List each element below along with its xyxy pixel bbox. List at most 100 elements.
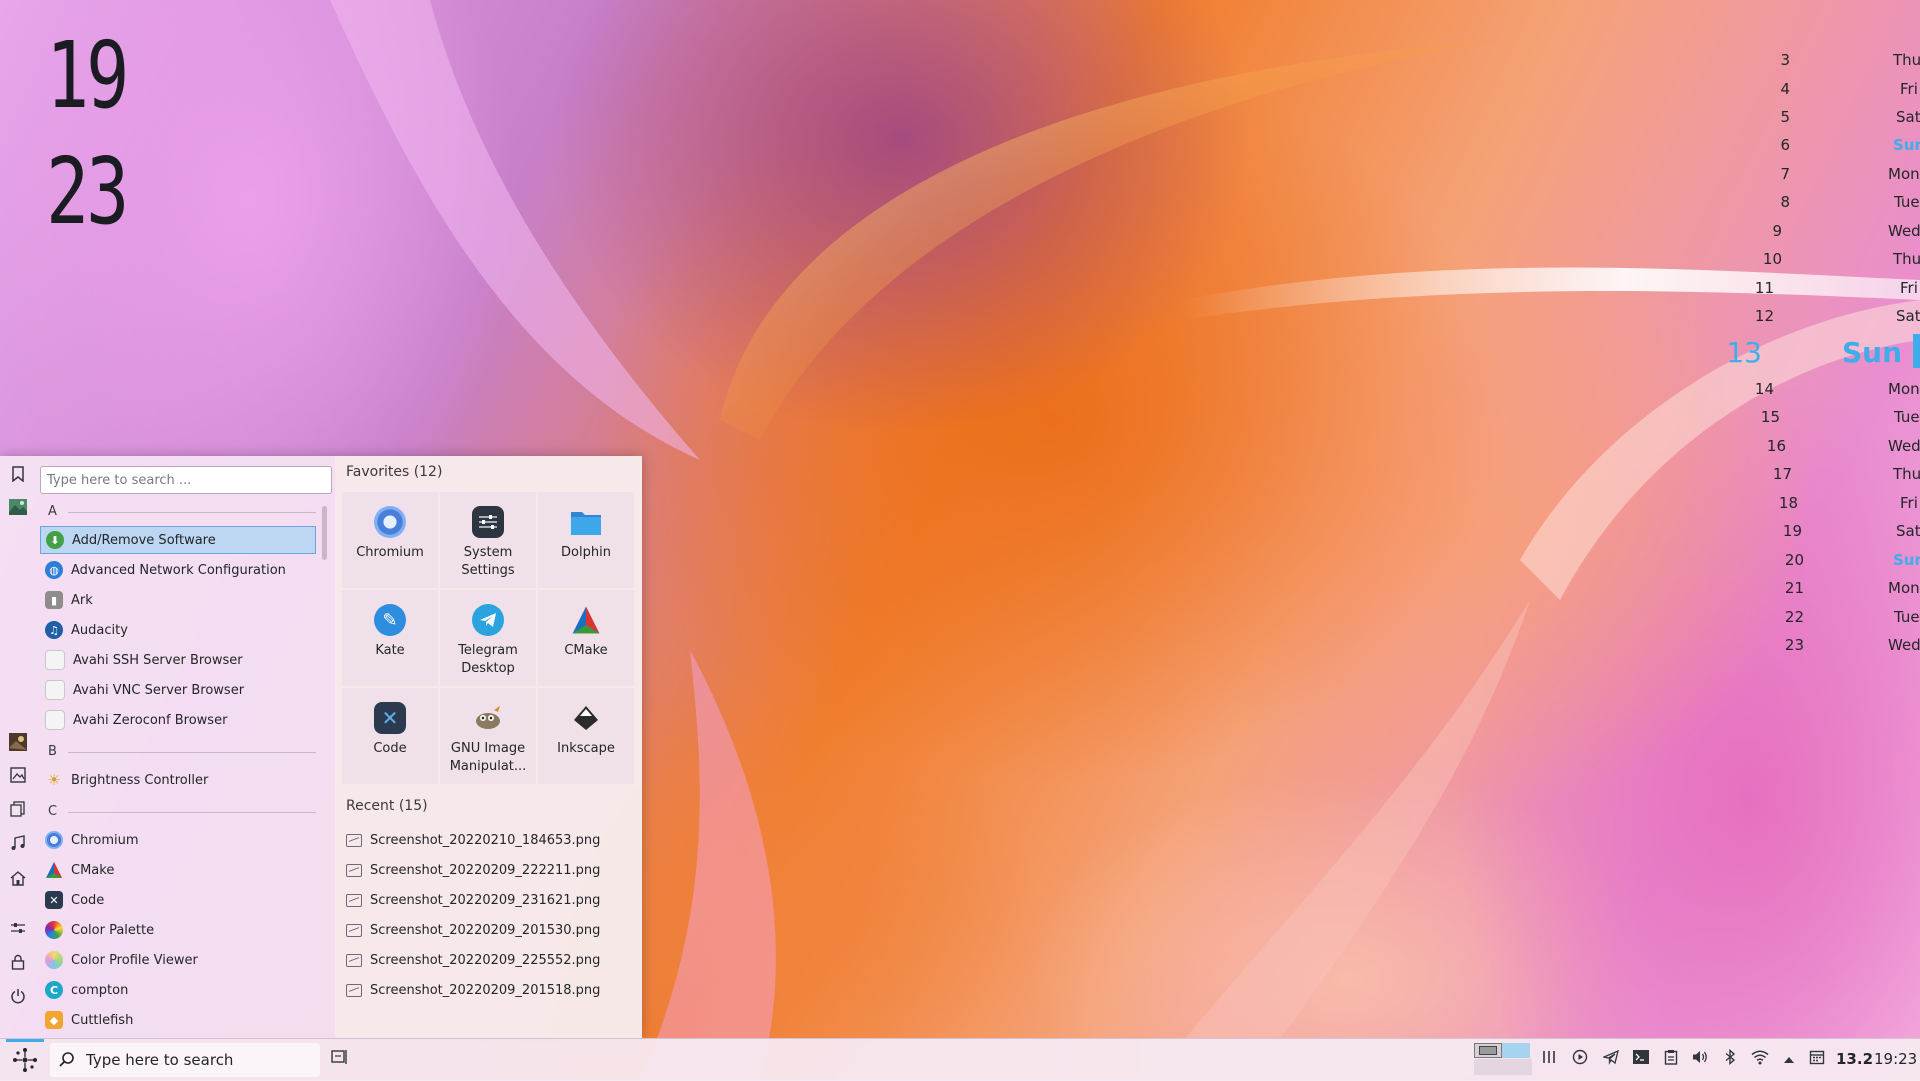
- calendar-day: 16: [1766, 437, 1786, 455]
- recent-file-name: Screenshot_20220209_225552.png: [370, 952, 601, 968]
- digital-clock[interactable]: 19:23: [1874, 1050, 1917, 1068]
- calendar-weekday: Wed: [1888, 636, 1920, 654]
- app-label: Cuttlefish: [71, 1012, 134, 1028]
- calendar-row: 3 Thu: [1760, 51, 1920, 73]
- favorite-gimp[interactable]: GNU Image Manipulat...: [440, 688, 536, 784]
- settings-sliders-icon[interactable]: [8, 920, 28, 940]
- app-compton[interactable]: C compton: [40, 976, 316, 1004]
- favorite-chromium[interactable]: Chromium: [342, 492, 438, 588]
- application-launcher: A ⬇ Add/Remove Software ◍ Advanced Netwo…: [0, 456, 642, 1038]
- app-add-remove-software[interactable]: ⬇ Add/Remove Software: [40, 526, 316, 554]
- calendar-row: 14 Mon: [1755, 380, 1920, 402]
- documents-icon[interactable]: [8, 801, 28, 821]
- music-icon[interactable]: [8, 835, 28, 855]
- favorite-kate[interactable]: ✎ Kate: [342, 590, 438, 686]
- calendar-icon[interactable]: [1806, 1048, 1828, 1072]
- application-launcher-button[interactable]: [4, 1039, 46, 1081]
- favorite-system-settings[interactable]: System Settings: [440, 492, 536, 588]
- recent-file-item[interactable]: Screenshot_20220210_184653.png: [346, 828, 626, 852]
- app-label: Code: [71, 892, 105, 908]
- app-color-profile-viewer[interactable]: Color Profile Viewer: [40, 946, 316, 974]
- app-color-palette[interactable]: Color Palette: [40, 916, 316, 944]
- system-settings-icon: [472, 506, 504, 538]
- recent-file-item[interactable]: Screenshot_20220209_201518.png: [346, 978, 626, 1002]
- expand-tray-chevron-up-icon[interactable]: [1778, 1048, 1800, 1072]
- clipboard-icon[interactable]: [1660, 1048, 1682, 1072]
- volume-icon[interactable]: [1689, 1048, 1711, 1072]
- temperature-indicator[interactable]: 13.2: [1836, 1050, 1873, 1068]
- equalizer-icon[interactable]: [1538, 1048, 1560, 1072]
- download-icon: ⬇: [46, 531, 64, 549]
- recent-file-item[interactable]: Screenshot_20220209_231621.png: [346, 888, 626, 912]
- recent-file-item[interactable]: Screenshot_20220209_201530.png: [346, 918, 626, 942]
- calendar-day: 6: [1780, 136, 1790, 154]
- cmake-icon: [45, 861, 63, 879]
- color-profile-icon: [45, 951, 63, 969]
- bookmark-icon[interactable]: [8, 466, 28, 486]
- favorite-dolphin[interactable]: Dolphin: [538, 492, 634, 588]
- taskbar-search-field[interactable]: Type here to search: [50, 1043, 320, 1077]
- wifi-icon[interactable]: [1749, 1048, 1771, 1072]
- lock-icon[interactable]: [8, 954, 28, 974]
- favorite-code[interactable]: ✕ Code: [342, 688, 438, 784]
- calendar-row: 11 Fri: [1755, 279, 1920, 301]
- virtual-desktop-1[interactable]: [1474, 1043, 1502, 1058]
- app-brightness-controller[interactable]: ☀ Brightness Controller: [40, 766, 316, 794]
- image-file-icon: [346, 893, 362, 907]
- app-list-scrollbar[interactable]: [322, 506, 327, 560]
- favorite-label: Chromium: [356, 545, 424, 560]
- app-label: Add/Remove Software: [72, 532, 216, 548]
- favorites-grid: Chromium System Settings Dolphin ✎ Kate …: [342, 492, 636, 786]
- all-applications-icon[interactable]: [8, 498, 28, 518]
- favorite-inkscape[interactable]: Inkscape: [538, 688, 634, 784]
- app-avahi-vnc-server-browser[interactable]: Avahi VNC Server Browser: [40, 676, 316, 704]
- graphics-category-icon[interactable]: [8, 732, 28, 752]
- power-icon[interactable]: [8, 988, 28, 1008]
- favorite-cmake[interactable]: CMake: [538, 590, 634, 686]
- section-letter: A: [48, 504, 57, 519]
- app-ark[interactable]: ▮ Ark: [40, 586, 316, 614]
- code-editor-icon: ✕: [374, 702, 406, 734]
- calendar-day: 13: [1726, 336, 1762, 369]
- section-letter: B: [48, 744, 57, 759]
- calendar-weekday: Sun: [1842, 336, 1903, 369]
- monitor-icon: [45, 680, 65, 700]
- bluetooth-icon[interactable]: [1719, 1048, 1741, 1072]
- recent-file-name: Screenshot_20220209_222211.png: [370, 862, 601, 878]
- show-desktop-icon[interactable]: [328, 1048, 350, 1072]
- calendar-row: 23 Wed: [1760, 636, 1920, 658]
- app-cuttlefish[interactable]: ◆ Cuttlefish: [40, 1006, 316, 1034]
- app-code[interactable]: ✕ Code: [40, 886, 316, 914]
- calendar-weekday: Thu: [1893, 465, 1920, 483]
- favorites-heading: Favorites (12): [346, 464, 443, 480]
- calendar-day: 20: [1784, 551, 1804, 569]
- app-cmake[interactable]: CMake: [40, 856, 316, 884]
- app-avahi-zeroconf-browser[interactable]: Avahi Zeroconf Browser: [40, 706, 316, 734]
- cmake-icon: [570, 604, 602, 636]
- globe-icon: ◍: [45, 561, 63, 579]
- home-icon[interactable]: [8, 870, 28, 890]
- app-audacity[interactable]: ♫ Audacity: [40, 616, 316, 644]
- calendar-day: 21: [1784, 579, 1804, 597]
- cuttlefish-icon: ◆: [45, 1011, 63, 1029]
- favorite-label: Kate: [375, 643, 405, 658]
- app-avahi-ssh-server-browser[interactable]: Avahi SSH Server Browser: [40, 646, 316, 674]
- app-chromium[interactable]: Chromium: [40, 826, 316, 854]
- favorite-telegram-desktop[interactable]: Telegram Desktop: [440, 590, 536, 686]
- image-file-icon: [346, 983, 362, 997]
- pictures-icon[interactable]: [8, 767, 28, 787]
- media-play-icon[interactable]: [1569, 1048, 1591, 1072]
- terminal-icon[interactable]: [1630, 1048, 1652, 1072]
- calendar-row: 16 Wed: [1760, 437, 1920, 459]
- calendar-row: 5 Sat: [1760, 108, 1920, 130]
- app-advanced-network-configuration[interactable]: ◍ Advanced Network Configuration: [40, 556, 316, 584]
- calendar-row: 20 Sun: [1760, 551, 1920, 573]
- launcher-search-input[interactable]: [40, 466, 332, 494]
- recent-file-item[interactable]: Screenshot_20220209_225552.png: [346, 948, 626, 972]
- telegram-tray-icon[interactable]: [1600, 1048, 1622, 1072]
- calendar-day: 4: [1780, 80, 1790, 98]
- recent-file-item[interactable]: Screenshot_20220209_222211.png: [346, 858, 626, 882]
- virtual-desktop-2[interactable]: [1502, 1043, 1530, 1058]
- calendar-weekday: Sun: [1893, 136, 1920, 154]
- calendar-day: 19: [1782, 522, 1802, 540]
